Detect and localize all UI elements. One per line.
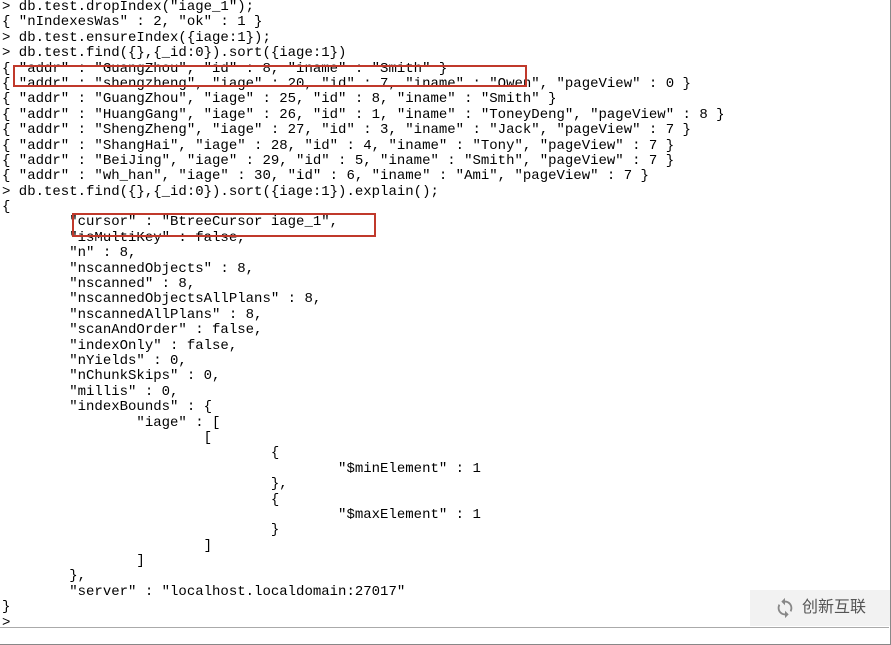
code-line: } [2,523,890,538]
watermark-logo: 创新互联 [750,590,890,626]
code-line: "scanAndOrder" : false, [2,323,890,338]
code-line: { "addr" : "ShangHai", "iage" : 28, "id"… [2,139,890,154]
code-line: { [2,493,890,508]
code-line: { [2,446,890,461]
code-line: }, [2,477,890,492]
code-line: "nscanned" : 8, [2,277,890,292]
code-line: [ [2,431,890,446]
code-line: { "addr" : "shengzheng", "iage" : 20, "i… [2,77,890,92]
code-line: "nscannedObjects" : 8, [2,262,890,277]
code-line: "nscannedObjectsAllPlans" : 8, [2,292,890,307]
code-line: "n" : 8, [2,246,890,261]
code-line: > db.test.find({},{_id:0}).sort({iage:1}… [2,46,890,61]
code-line: { "addr" : "BeiJing", "iage" : 29, "id" … [2,154,890,169]
code-line: { "nIndexesWas" : 2, "ok" : 1 } [2,15,890,30]
code-line: ] [2,554,890,569]
code-line: "indexBounds" : { [2,400,890,415]
code-line: ] [2,539,890,554]
watermark-text: 创新互联 [802,599,866,617]
terminal-output-container: > db.test.dropIndex("iage_1"); { "nIndex… [0,0,891,645]
code-line: "nChunkSkips" : 0, [2,369,890,384]
code-line: "isMultiKey" : false, [2,231,890,246]
code-line: "nscannedAllPlans" : 8, [2,308,890,323]
rotate-icon [774,597,796,619]
code-line: { "addr" : "GuangZhou", "iage" : 25, "id… [2,92,890,107]
code-line: "millis" : 0, [2,385,890,400]
code-line: "indexOnly" : false, [2,339,890,354]
code-line: "cursor" : "BtreeCursor iage_1", [2,215,890,230]
code-line: "$maxElement" : 1 [2,508,890,523]
code-line: > db.test.dropIndex("iage_1"); [2,0,890,15]
code-line: > db.test.find({},{_id:0}).sort({iage:1}… [2,185,890,200]
code-line: "nYields" : 0, [2,354,890,369]
code-line: { "addr" : "ShengZheng", "iage" : 27, "i… [2,123,890,138]
code-line: { "addr" : "wh_han", "iage" : 30, "id" :… [2,169,890,184]
code-line: { [2,200,890,215]
code-line: "iage" : [ [2,416,890,431]
code-line: > db.test.ensureIndex({iage:1}); [2,31,890,46]
code-line: }, [2,569,890,584]
code-block: > db.test.dropIndex("iage_1"); { "nIndex… [0,0,890,631]
code-line: { "addr" : "HuangGang", "iage" : 26, "id… [2,108,890,123]
code-line: { "addr" : "GuangZhou", "id" : 8, "iname… [2,62,890,77]
code-line: "$minElement" : 1 [2,462,890,477]
footer-divider [0,627,889,644]
